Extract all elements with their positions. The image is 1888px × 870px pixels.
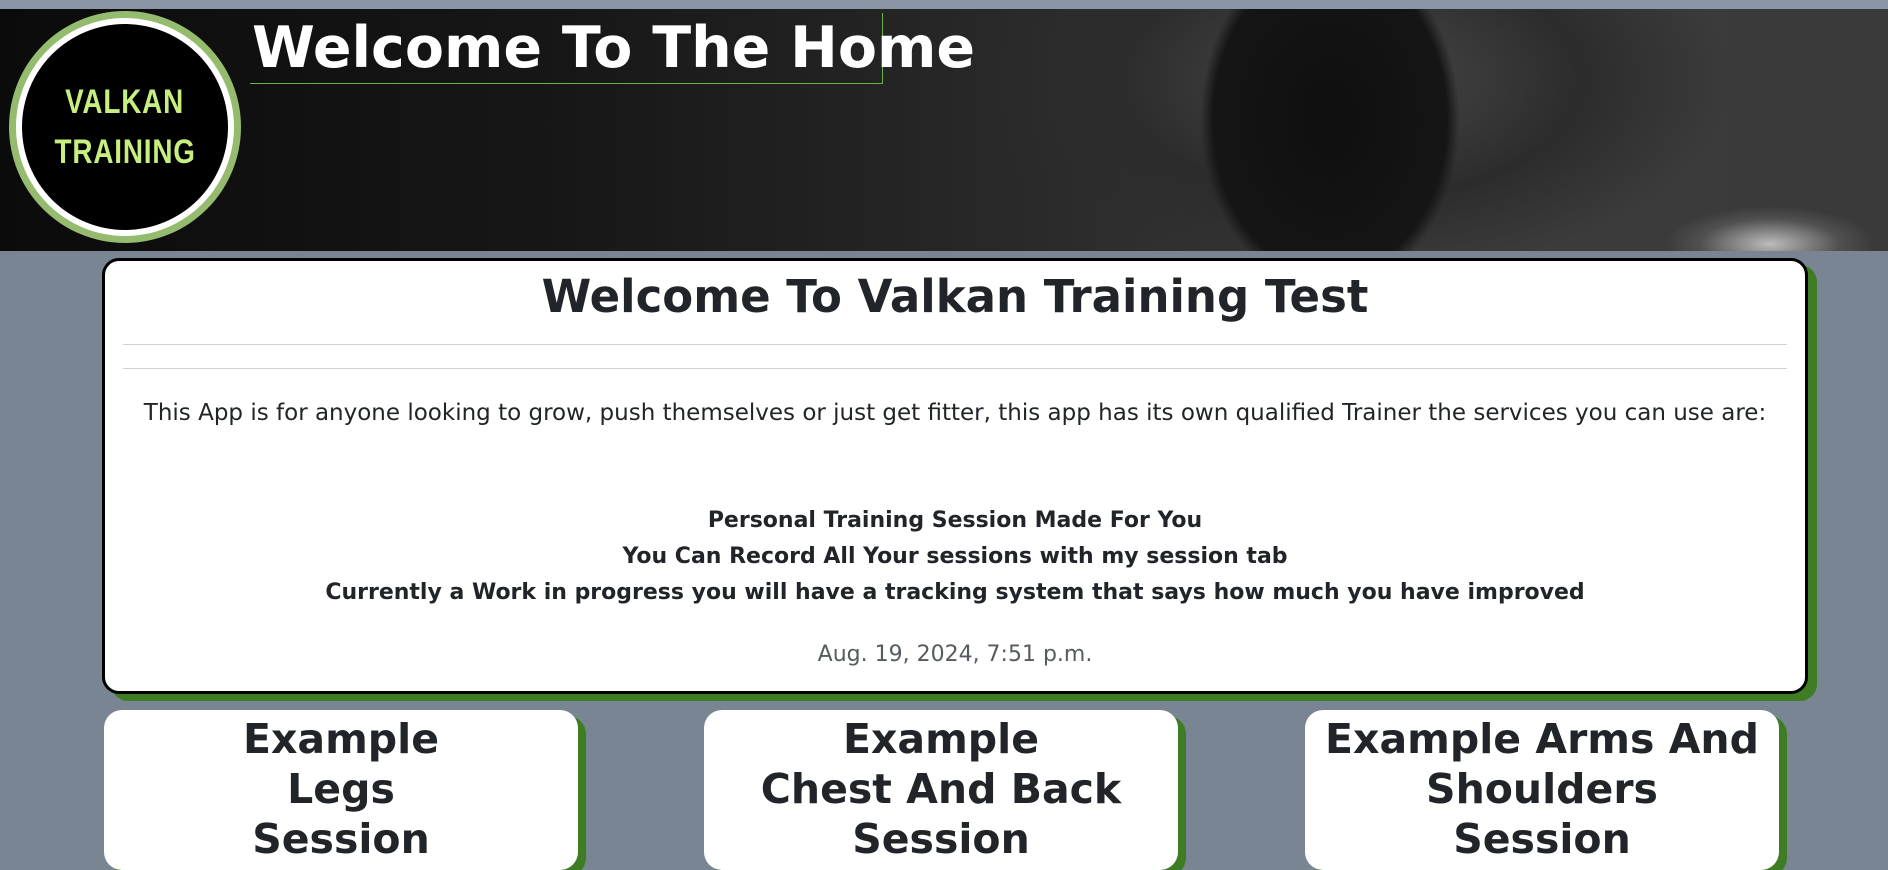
logo-line-2: TRAINING — [54, 133, 196, 171]
session-title-line: Example — [842, 715, 1040, 763]
feature-item: Personal Training Session Made For You — [707, 508, 1203, 533]
logo[interactable]: VALKAN TRAINING — [9, 11, 241, 243]
session-card-title: Example Legs Session — [104, 714, 578, 864]
page-title: Welcome To The Home — [250, 13, 975, 84]
logo-line-1: VALKAN — [65, 83, 185, 121]
welcome-title: Welcome To Valkan Training Test — [541, 270, 1369, 323]
session-title-line: Shoulders — [1426, 765, 1658, 813]
divider-top — [123, 344, 1787, 345]
intro-text: This App is for anyone looking to grow, … — [143, 400, 1767, 426]
feature-item: You Can Record All Your sessions with my… — [622, 544, 1288, 569]
timestamp: Aug. 19, 2024, 7:51 p.m. — [817, 642, 1093, 667]
divider-bottom — [123, 368, 1787, 369]
session-title-line: Legs — [287, 765, 395, 813]
session-title-line: Session — [852, 815, 1030, 863]
session-title-line: Session — [1453, 815, 1631, 863]
logo-inner-ring: VALKAN TRAINING — [16, 18, 234, 236]
feature-item: Currently a Work in progress you will ha… — [325, 580, 1585, 605]
session-title-line: Example Arms And — [1325, 715, 1759, 763]
session-card-title: Example Arms And Shoulders Session — [1305, 714, 1779, 864]
session-card-chest-back[interactable]: Example Chest And Back Session — [704, 710, 1178, 870]
session-card-legs[interactable]: Example Legs Session — [104, 710, 578, 870]
session-title-line: Session — [252, 815, 430, 863]
session-title-line: Chest And Back — [760, 765, 1122, 813]
session-card-title: Example Chest And Back Session — [704, 714, 1178, 864]
top-strip — [0, 0, 1888, 9]
session-title-line: Example — [242, 715, 440, 763]
welcome-card: Welcome To Valkan Training Test This App… — [102, 258, 1808, 694]
hero-banner: VALKAN TRAINING Welcome To The Home — [0, 9, 1888, 251]
logo-badge: VALKAN TRAINING — [22, 24, 228, 230]
session-card-arms-shoulders[interactable]: Example Arms And Shoulders Session — [1305, 710, 1779, 870]
